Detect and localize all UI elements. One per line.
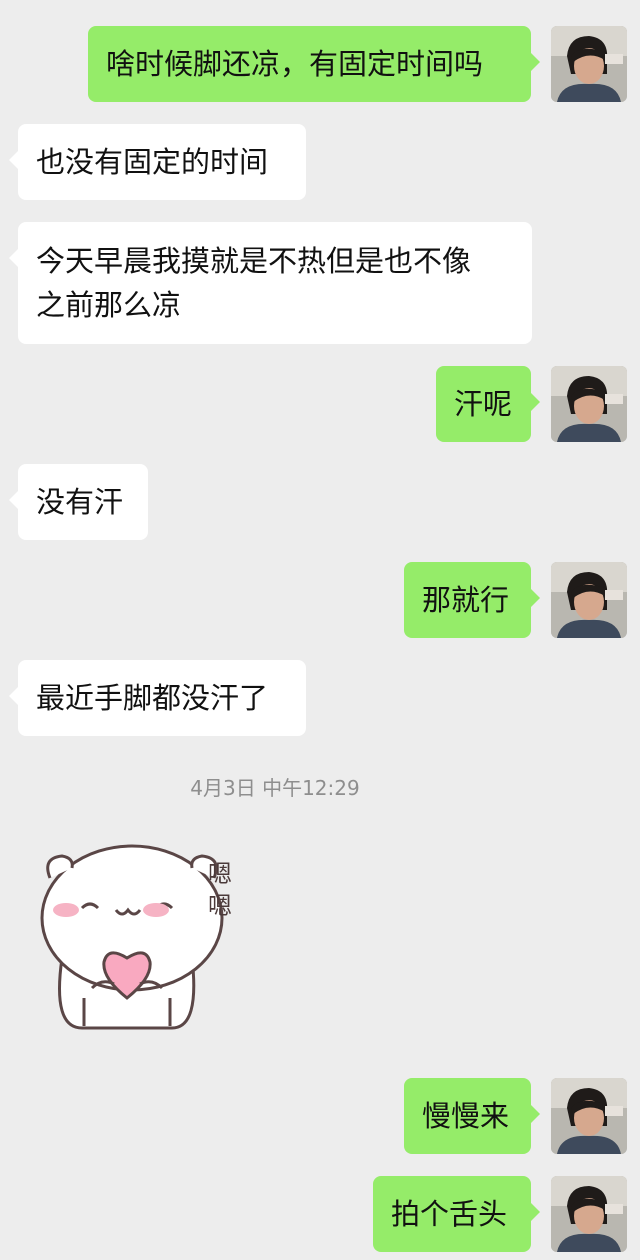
- sticker-text: 嗯 嗯: [208, 860, 232, 920]
- chat-message-list[interactable]: 啥时候脚还凉，有固定时间吗 也没有固定的时间 今天早晨我摸就是不热但是也不像 之…: [0, 0, 640, 1260]
- avatar[interactable]: [551, 366, 627, 442]
- message-bubble-outgoing[interactable]: 那就行: [404, 562, 540, 638]
- message-bubble-incoming[interactable]: 今天早晨我摸就是不热但是也不像 之前那么凉: [9, 222, 532, 344]
- avatar[interactable]: [551, 26, 627, 102]
- message-bubble-outgoing[interactable]: 汗呢: [436, 366, 540, 442]
- message-bubble-incoming[interactable]: 最近手脚都没汗了: [9, 660, 306, 736]
- message-bubble-outgoing[interactable]: 啥时候脚还凉，有固定时间吗: [88, 26, 540, 102]
- avatar[interactable]: [551, 1078, 627, 1154]
- message-timestamp: 4月3日 中午12:29: [190, 776, 360, 800]
- message-bubble-incoming[interactable]: 也没有固定的时间: [9, 124, 306, 200]
- message-bubble-incoming[interactable]: 没有汗: [9, 464, 148, 540]
- avatar[interactable]: [551, 562, 627, 638]
- message-bubble-outgoing[interactable]: 慢慢来: [404, 1078, 540, 1154]
- avatar[interactable]: [551, 1176, 627, 1252]
- message-bubble-outgoing[interactable]: 拍个舌头: [373, 1176, 540, 1252]
